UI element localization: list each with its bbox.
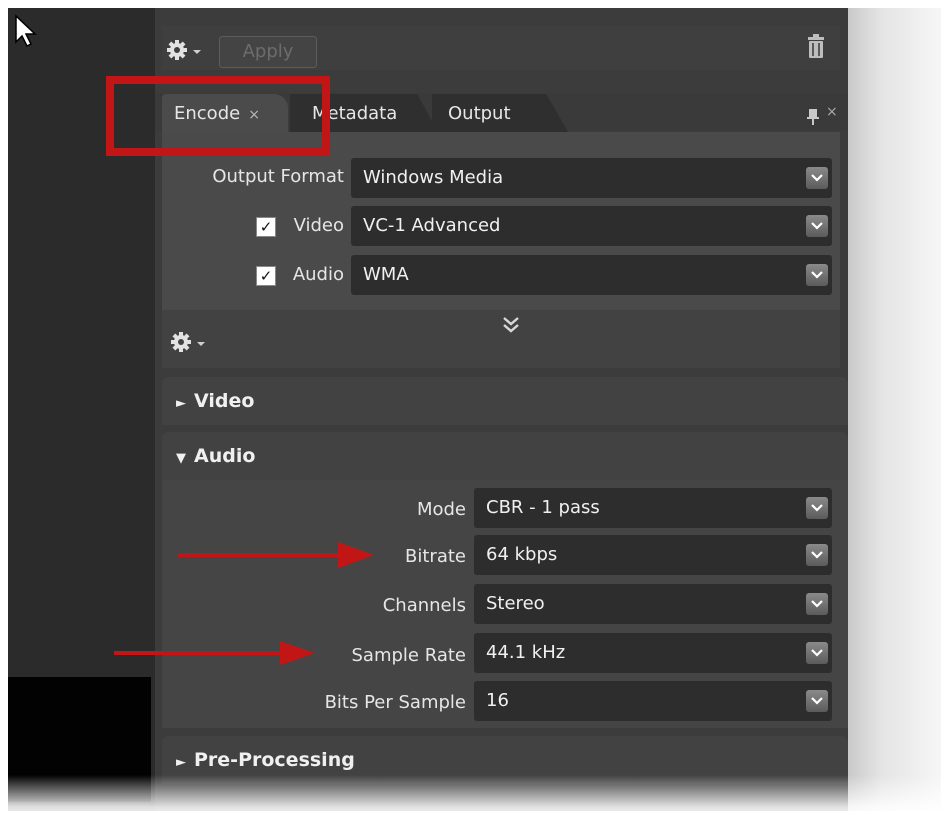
trash-icon[interactable] <box>805 33 827 61</box>
expand-icon: ► <box>176 396 186 411</box>
cursor-arrow-icon <box>15 14 37 48</box>
audio-label: Audio <box>292 264 344 285</box>
gear-icon[interactable] <box>170 330 212 354</box>
preprocessing-section-title: Pre-Processing <box>194 749 355 771</box>
close-icon[interactable]: × <box>826 104 838 120</box>
output-format-label: Output Format <box>212 166 344 187</box>
annotation-arrow <box>114 641 315 665</box>
check-icon: ✓ <box>259 267 273 285</box>
tab-output-label: Output <box>448 103 511 124</box>
mode-value: CBR - 1 pass <box>486 497 600 518</box>
chevron-down-icon[interactable] <box>806 593 828 615</box>
double-chevron-down-icon[interactable] <box>501 316 521 334</box>
sample-rate-value: 44.1 kHz <box>486 642 566 663</box>
channels-label: Channels <box>382 595 466 616</box>
pin-icon[interactable] <box>806 108 820 126</box>
gear-icon[interactable] <box>166 38 208 62</box>
video-section-header[interactable]: ► Video <box>162 377 848 425</box>
video-label: Video <box>293 215 344 236</box>
output-format-value: Windows Media <box>363 167 504 188</box>
mode-label: Mode <box>416 499 466 520</box>
sample-rate-label: Sample Rate <box>351 645 467 666</box>
bits-per-sample-select[interactable]: 16 <box>474 681 832 721</box>
video-checkbox[interactable]: ✓ <box>256 217 276 237</box>
background-fade <box>848 8 941 811</box>
channels-select[interactable]: Stereo <box>474 584 832 624</box>
screenshot: Apply Encode × Metadata Output × Output F… <box>0 0 941 821</box>
chevron-down-icon[interactable] <box>806 544 828 566</box>
channels-value: Stereo <box>486 593 545 614</box>
mode-select[interactable]: CBR - 1 pass <box>474 488 832 528</box>
annotation-highlight-box <box>106 76 330 156</box>
video-codec-value: VC-1 Advanced <box>363 215 501 236</box>
bitrate-select[interactable]: 64 kbps <box>474 535 832 575</box>
chevron-down-icon[interactable] <box>806 264 828 286</box>
expand-icon: ► <box>176 755 186 770</box>
audio-section-header[interactable]: ▼ Audio <box>162 432 848 480</box>
sample-rate-select[interactable]: 44.1 kHz <box>474 633 832 673</box>
chevron-down-icon[interactable] <box>806 497 828 519</box>
bits-per-sample-value: 16 <box>486 690 509 711</box>
annotation-arrow <box>178 542 374 568</box>
chevron-down-icon[interactable] <box>806 167 828 189</box>
apply-button[interactable]: Apply <box>219 36 317 68</box>
bottom-fade <box>0 775 941 821</box>
bitrate-value: 64 kbps <box>486 544 558 565</box>
check-icon: ✓ <box>259 218 273 236</box>
audio-codec-select[interactable]: WMA <box>351 255 832 295</box>
audio-section-title: Audio <box>194 445 256 467</box>
video-codec-select[interactable]: VC-1 Advanced <box>351 206 832 246</box>
chevron-down-icon[interactable] <box>806 690 828 712</box>
output-format-select[interactable]: Windows Media <box>351 158 832 198</box>
chevron-down-icon[interactable] <box>806 215 828 237</box>
chevron-down-icon[interactable] <box>806 642 828 664</box>
collapse-icon: ▼ <box>176 451 186 466</box>
video-section-title: Video <box>194 390 255 412</box>
bits-per-sample-label: Bits Per Sample <box>324 692 466 713</box>
tab-output[interactable]: Output <box>432 94 568 132</box>
audio-codec-value: WMA <box>363 264 409 285</box>
audio-checkbox[interactable]: ✓ <box>256 266 276 286</box>
